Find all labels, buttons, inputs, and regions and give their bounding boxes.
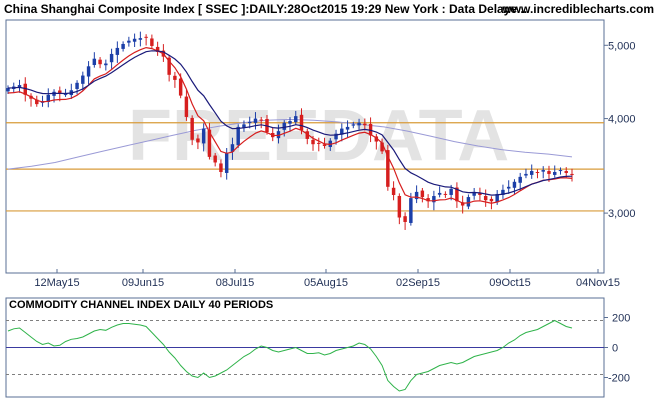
candle-body (81, 75, 85, 84)
candle-body (529, 171, 534, 175)
price-tick-label: 3,000 (608, 208, 636, 220)
candle-body (213, 155, 217, 163)
candle-body (420, 190, 425, 198)
date-tick-label: 04Nov15 (576, 277, 620, 289)
candle-body (294, 116, 298, 123)
candle-body (190, 117, 194, 140)
candle-body (403, 216, 407, 222)
candle-body (311, 139, 315, 145)
candle-body (75, 82, 79, 89)
candle-body (173, 75, 177, 80)
price-axis: 5,000 4,000 3,000 (604, 40, 636, 220)
candle-body (518, 176, 522, 183)
candle-body (483, 195, 488, 201)
candle-body (184, 96, 189, 117)
candle-body (121, 43, 125, 49)
candle-body (351, 124, 356, 126)
candle-body (219, 163, 223, 172)
candle-body (345, 126, 350, 130)
candle-body (236, 126, 240, 146)
candle-body (92, 58, 97, 65)
candle-body (391, 187, 396, 195)
cci-tick-label: 200 (612, 313, 630, 325)
date-tick-label: 08Jul15 (216, 277, 255, 289)
candle-body (109, 53, 114, 63)
date-tick-label: 09Jun15 (122, 277, 164, 289)
cci-title: COMMODITY CHANNEL INDEX DAILY 40 PERIODS (9, 299, 273, 311)
candle-body (132, 38, 137, 42)
candle-body (224, 153, 229, 173)
candle-body (104, 63, 108, 66)
candle-body (553, 171, 557, 175)
candle-body (524, 173, 528, 176)
candle-body (489, 198, 494, 202)
date-tick-label: 02Sep15 (396, 277, 440, 289)
candle-body (443, 193, 448, 195)
candle-body (247, 121, 252, 124)
candle-body (570, 173, 574, 175)
candle-body (178, 78, 183, 96)
cci-axis: 200 0 -200 (604, 313, 630, 385)
candle-body (512, 181, 517, 188)
chart-canvas: FREEDATA 5,0004,0003,000 12May15 09Jun15 0… (5, 19, 636, 398)
candle-body (449, 188, 453, 195)
date-tick-label: 09Oct15 (489, 277, 531, 289)
candle-body (63, 94, 68, 96)
candle-body (558, 170, 563, 172)
candle-body (437, 192, 442, 195)
candle-body (253, 118, 258, 123)
candle-body (196, 138, 200, 143)
candle-body (409, 198, 413, 223)
candle-body (282, 122, 286, 130)
price-tick-label: 4,000 (608, 114, 636, 126)
candle-body (414, 191, 419, 200)
candle-body (288, 121, 292, 124)
cci-tick-label: -200 (608, 373, 630, 385)
candle-body (138, 38, 143, 40)
candle-body (127, 40, 131, 43)
candle-body (98, 59, 102, 65)
date-tick-label: 12May15 (34, 277, 79, 289)
candle-body (466, 197, 471, 207)
cci-tick-label: 0 (612, 343, 618, 355)
candle-body (397, 195, 402, 218)
candle-body (547, 171, 551, 174)
candle-body (541, 170, 545, 172)
candle-body (506, 186, 511, 189)
candle-body (299, 114, 304, 131)
candle-body (317, 142, 321, 144)
candle-body (564, 171, 568, 173)
candle-body (150, 38, 154, 46)
candle-body (259, 119, 263, 121)
candle-body (535, 172, 540, 174)
price-tick-label: 5,000 (608, 40, 636, 52)
candle-body (115, 47, 120, 55)
candle-body (86, 66, 91, 77)
candle-body (357, 122, 361, 126)
candle-body (363, 123, 367, 126)
candle-body (144, 36, 148, 38)
date-tick-label: 05Aug15 (304, 277, 348, 289)
candle-body (201, 128, 206, 144)
